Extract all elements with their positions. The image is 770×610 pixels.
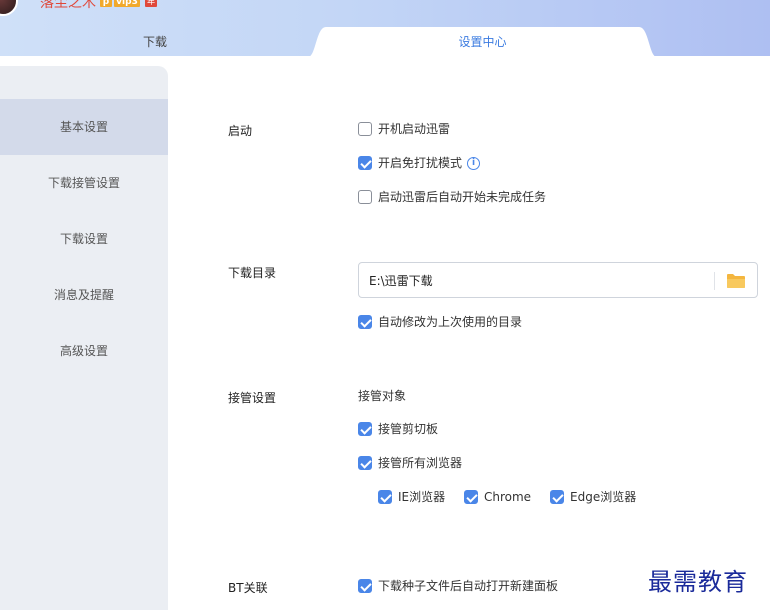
edge-browser-checkbox[interactable]: [550, 490, 564, 504]
takeover-target-label: 接管对象: [358, 389, 407, 403]
sidebar-item-basic[interactable]: 基本设置: [0, 99, 168, 155]
chrome-browser-checkbox[interactable]: [464, 490, 478, 504]
edge-browser-option[interactable]: Edge浏览器: [550, 489, 636, 505]
username[interactable]: 落尘之木: [40, 0, 96, 11]
auto-resume-checkbox[interactable]: [358, 190, 372, 204]
download-path-value[interactable]: E:\迅雷下载: [369, 273, 433, 289]
sidebar-item-download[interactable]: 下载设置: [0, 211, 168, 267]
vip-badge: vip3: [114, 0, 140, 7]
watermark: 最需教育: [648, 568, 748, 596]
auto-dir-checkbox[interactable]: [358, 315, 372, 329]
edge-browser-label: Edge浏览器: [570, 490, 637, 504]
chrome-browser-label: Chrome: [484, 490, 532, 504]
do-not-disturb-option[interactable]: 开启免打扰模式 i: [358, 155, 481, 171]
bt-auto-open-option[interactable]: 下载种子文件后自动打开新建面板: [358, 578, 558, 594]
sidebar-item-notifications[interactable]: 消息及提醒: [0, 267, 168, 323]
auto-resume-label: 启动迅雷后自动开始未完成任务: [378, 190, 547, 204]
all-browsers-label: 接管所有浏览器: [378, 456, 463, 470]
avatar[interactable]: [0, 0, 18, 16]
download-dir-label: 下载目录: [228, 266, 277, 280]
do-not-disturb-checkbox[interactable]: [358, 156, 372, 170]
settings-sidebar: 基本设置 下载接管设置 下载设置 消息及提醒 高级设置: [0, 66, 168, 610]
autostart-checkbox[interactable]: [358, 122, 372, 136]
ie-browser-option[interactable]: IE浏览器: [378, 489, 445, 505]
title-bar: 落尘之木 p vip3 年 下载 设置中心: [0, 0, 770, 57]
sidebar-item-advanced[interactable]: 高级设置: [0, 323, 168, 379]
all-browsers-option[interactable]: 接管所有浏览器: [358, 455, 462, 471]
tab-settings[interactable]: 设置中心: [310, 28, 655, 56]
bt-auto-open-checkbox[interactable]: [358, 579, 372, 593]
takeover-label: 接管设置: [228, 391, 277, 405]
bt-auto-open-label: 下载种子文件后自动打开新建面板: [378, 579, 559, 593]
bt-label: BT关联: [228, 581, 268, 595]
auto-dir-option[interactable]: 自动修改为上次使用的目录: [358, 314, 522, 330]
sidebar-item-download-takeover[interactable]: 下载接管设置: [0, 155, 168, 211]
path-divider: [714, 272, 715, 290]
startup-label: 启动: [228, 124, 253, 138]
p-badge: p: [100, 0, 112, 7]
do-not-disturb-label: 开启免打扰模式: [378, 156, 463, 170]
download-path-field[interactable]: E:\迅雷下载: [358, 262, 758, 298]
tab-download[interactable]: 下载: [0, 28, 310, 56]
all-browsers-checkbox[interactable]: [358, 456, 372, 470]
ie-browser-label: IE浏览器: [398, 490, 446, 504]
folder-icon[interactable]: [726, 273, 746, 289]
year-badge: 年: [145, 0, 157, 7]
clipboard-option[interactable]: 接管剪切板: [358, 421, 438, 437]
clipboard-checkbox[interactable]: [358, 422, 372, 436]
autostart-label: 开机启动迅雷: [378, 122, 451, 136]
ie-browser-checkbox[interactable]: [378, 490, 392, 504]
info-icon[interactable]: i: [467, 156, 481, 170]
chrome-browser-option[interactable]: Chrome: [464, 489, 531, 505]
clipboard-label: 接管剪切板: [378, 422, 439, 436]
autostart-option[interactable]: 开机启动迅雷: [358, 121, 450, 137]
auto-resume-option[interactable]: 启动迅雷后自动开始未完成任务: [358, 189, 546, 205]
auto-dir-label: 自动修改为上次使用的目录: [378, 315, 523, 329]
